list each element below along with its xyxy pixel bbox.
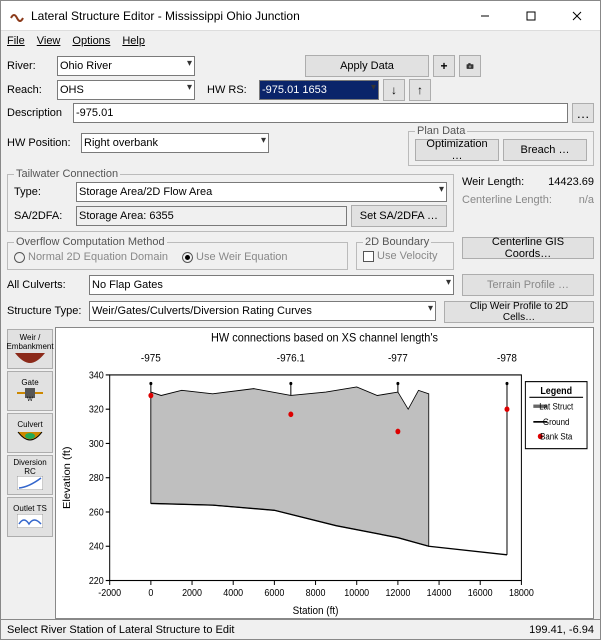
svg-text:280: 280 xyxy=(89,472,104,484)
clip-weir-button[interactable]: Clip Weir Profile to 2D Cells… xyxy=(444,301,594,323)
use-velocity-checkbox[interactable]: Use Velocity xyxy=(363,250,438,262)
weir-length-value: 14423.69 xyxy=(542,176,594,188)
menu-view[interactable]: View xyxy=(37,35,61,47)
svg-text:Ground: Ground xyxy=(543,416,570,427)
radio-use-weir[interactable]: Use Weir Equation xyxy=(182,251,288,263)
hwrs-label: HW RS: xyxy=(207,84,255,96)
svg-text:240: 240 xyxy=(89,541,104,553)
svg-text:10000: 10000 xyxy=(344,587,369,599)
weir-length-label: Weir Length: xyxy=(462,176,538,188)
centerline-length-value: n/a xyxy=(556,194,594,206)
radio-normal-2d[interactable]: Normal 2D Equation Domain xyxy=(14,251,168,263)
svg-text:0: 0 xyxy=(148,587,153,599)
culvert-button[interactable]: Culvert xyxy=(7,413,53,453)
svg-text:Elevation (ft): Elevation (ft) xyxy=(61,446,72,509)
svg-text:220: 220 xyxy=(89,575,104,587)
apply-data-button[interactable]: Apply Data xyxy=(305,55,429,77)
terrain-profile-button[interactable]: Terrain Profile … xyxy=(462,274,594,296)
chart-area[interactable]: HW connections based on XS channel lengt… xyxy=(55,327,594,620)
status-coords: 199.41, -6.94 xyxy=(529,624,594,636)
svg-text:2000: 2000 xyxy=(182,587,202,599)
svg-text:320: 320 xyxy=(89,404,104,416)
description-more-button[interactable]: … xyxy=(572,103,594,123)
svg-text:-978: -978 xyxy=(497,352,517,365)
weir-embankment-button[interactable]: Weir / Embankment xyxy=(7,329,53,369)
river-label: River: xyxy=(7,60,53,72)
status-text: Select River Station of Lateral Structur… xyxy=(7,624,234,636)
river-select[interactable]: Ohio River xyxy=(57,56,195,76)
structure-type-select[interactable]: Weir/Gates/Culverts/Diversion Rating Cur… xyxy=(89,301,436,321)
svg-text:Station (ft): Station (ft) xyxy=(293,604,339,617)
hwrs-select[interactable]: -975.01 1653 xyxy=(259,80,379,100)
overflow-legend: Overflow Computation Method xyxy=(14,236,167,248)
tw-type-label: Type: xyxy=(14,186,72,198)
svg-text:8000: 8000 xyxy=(306,587,326,599)
breach-button[interactable]: Breach … xyxy=(503,139,587,161)
svg-text:260: 260 xyxy=(89,506,104,518)
svg-text:6000: 6000 xyxy=(264,587,284,599)
plan-data-legend: Plan Data xyxy=(415,125,467,137)
reach-label: Reach: xyxy=(7,84,53,96)
svg-text:12000: 12000 xyxy=(385,587,410,599)
hw-position-select[interactable]: Right overbank xyxy=(81,133,269,153)
tailwater-legend: Tailwater Connection xyxy=(14,168,120,180)
svg-text:18000: 18000 xyxy=(509,587,534,599)
svg-text:4000: 4000 xyxy=(223,587,243,599)
centerline-gis-button[interactable]: Centerline GIS Coords… xyxy=(462,237,594,259)
description-input[interactable] xyxy=(73,103,568,123)
svg-text:Bank Sta: Bank Sta xyxy=(540,431,573,442)
all-culverts-select[interactable]: No Flap Gates xyxy=(89,275,454,295)
outlet-ts-button[interactable]: Outlet TS xyxy=(7,497,53,537)
sa2dfa-label: SA/2DFA: xyxy=(14,210,72,222)
app-icon xyxy=(9,8,25,24)
svg-text:Lat Struct: Lat Struct xyxy=(539,401,574,412)
svg-text:300: 300 xyxy=(89,438,104,450)
svg-text:-975: -975 xyxy=(141,352,161,365)
gate-button[interactable]: Gate W xyxy=(7,371,53,411)
minimize-button[interactable] xyxy=(462,1,508,31)
structure-type-label: Structure Type: xyxy=(7,305,85,317)
svg-text:HW connections based on XS cha: HW connections based on XS channel lengt… xyxy=(211,330,438,344)
twod-boundary-legend: 2D Boundary xyxy=(363,236,431,248)
close-button[interactable] xyxy=(554,1,600,31)
centerline-length-label: Centerline Length: xyxy=(462,194,552,206)
up-arrow-button[interactable]: ↑ xyxy=(409,79,431,101)
svg-text:340: 340 xyxy=(89,369,104,381)
svg-text:-2000: -2000 xyxy=(98,587,121,599)
menu-file[interactable]: File xyxy=(7,35,25,47)
window-title: Lateral Structure Editor - Mississippi O… xyxy=(31,9,462,23)
description-label: Description xyxy=(7,107,69,119)
menu-help[interactable]: Help xyxy=(122,35,145,47)
tw-type-select[interactable]: Storage Area/2D Flow Area xyxy=(76,182,447,202)
sa2dfa-display: Storage Area: 6355 xyxy=(76,206,347,226)
svg-text:-976.1: -976.1 xyxy=(277,352,305,365)
set-sa2dfa-button[interactable]: Set SA/2DFA … xyxy=(351,205,447,227)
svg-text:Legend: Legend xyxy=(540,385,572,397)
svg-text:16000: 16000 xyxy=(468,587,493,599)
svg-text:14000: 14000 xyxy=(427,587,452,599)
all-culverts-label: All Culverts: xyxy=(7,279,85,291)
svg-text:-977: -977 xyxy=(388,352,408,365)
optimization-button[interactable]: Optimization … xyxy=(415,139,499,161)
camera-button[interactable] xyxy=(459,55,481,77)
down-arrow-button[interactable]: ↓ xyxy=(383,79,405,101)
plus-button[interactable]: + xyxy=(433,55,455,77)
svg-text:W: W xyxy=(27,397,33,402)
reach-select[interactable]: OHS xyxy=(57,80,195,100)
maximize-button[interactable] xyxy=(508,1,554,31)
hw-position-label: HW Position: xyxy=(7,137,77,149)
diversion-rc-button[interactable]: Diversion RC xyxy=(7,455,53,495)
menu-options[interactable]: Options xyxy=(72,35,110,47)
